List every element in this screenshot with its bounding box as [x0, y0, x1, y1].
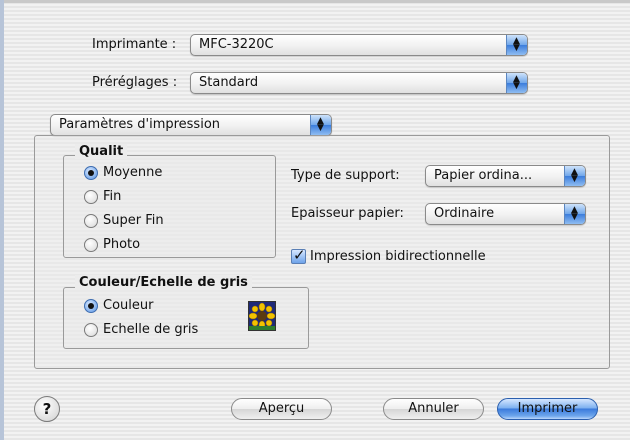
popup-arrows-icon: ▲ ▼	[506, 73, 527, 93]
quality-title: Qualit	[75, 144, 128, 159]
color-option-grayscale[interactable]: Echelle de gris	[84, 322, 198, 337]
window-top-edge	[0, 0, 630, 3]
section-popup[interactable]: Paramètres d'impression ▲ ▼	[50, 114, 332, 136]
printer-value: MFC-3220C	[199, 37, 274, 52]
sunflower-preview-icon	[248, 301, 276, 331]
color-option-label: Echelle de gris	[103, 322, 199, 337]
color-option-couleur[interactable]: Couleur	[84, 298, 153, 313]
radio-off-icon	[84, 322, 98, 337]
window-left-edge	[0, 0, 4, 440]
thickness-popup[interactable]: Ordinaire ▲ ▼	[425, 203, 586, 225]
preview-button[interactable]: Aperçu	[231, 398, 332, 420]
radio-off-icon	[84, 237, 98, 252]
quality-option-label: Super Fin	[103, 213, 164, 228]
media-value: Papier ordina...	[434, 168, 533, 183]
help-button[interactable]: ?	[34, 396, 60, 422]
quality-option-fin[interactable]: Fin	[84, 189, 121, 204]
bidirectional-label: Impression bidirectionnelle	[310, 249, 486, 264]
print-button[interactable]: Imprimer	[497, 398, 598, 420]
color-option-label: Couleur	[103, 298, 154, 313]
bidirectional-checkbox[interactable]: ✓ Impression bidirectionnelle	[291, 246, 486, 264]
color-title: Couleur/Echelle de gris	[75, 275, 252, 290]
popup-arrows-icon: ▲ ▼	[564, 204, 585, 224]
media-popup[interactable]: Papier ordina... ▲ ▼	[425, 165, 586, 187]
presets-value: Standard	[199, 75, 259, 90]
presets-label: Préréglages :	[92, 75, 178, 90]
printer-label: Imprimante :	[92, 37, 177, 52]
section-value: Paramètres d'impression	[59, 117, 221, 132]
media-label: Type de support:	[291, 168, 400, 183]
popup-arrows-icon: ▲ ▼	[310, 115, 331, 135]
checkmark-icon: ✓	[291, 246, 306, 264]
popup-arrows-icon: ▲ ▼	[564, 166, 585, 186]
radio-on-icon	[84, 165, 98, 180]
radio-off-icon	[84, 213, 98, 228]
quality-option-label: Fin	[103, 189, 122, 204]
quality-option-label: Moyenne	[103, 165, 163, 180]
quality-option-super-fin[interactable]: Super Fin	[84, 213, 164, 228]
radio-off-icon	[84, 189, 98, 204]
quality-option-moyenne[interactable]: Moyenne	[84, 165, 162, 180]
cancel-button[interactable]: Annuler	[383, 398, 484, 420]
quality-option-label: Photo	[103, 237, 141, 252]
quality-option-photo[interactable]: Photo	[84, 237, 140, 252]
radio-on-icon	[84, 298, 98, 313]
popup-arrows-icon: ▲ ▼	[506, 35, 527, 55]
printer-popup[interactable]: MFC-3220C ▲ ▼	[190, 34, 528, 56]
presets-popup[interactable]: Standard ▲ ▼	[190, 72, 528, 94]
thickness-label: Epaisseur papier:	[291, 206, 404, 221]
thickness-value: Ordinaire	[434, 206, 495, 221]
